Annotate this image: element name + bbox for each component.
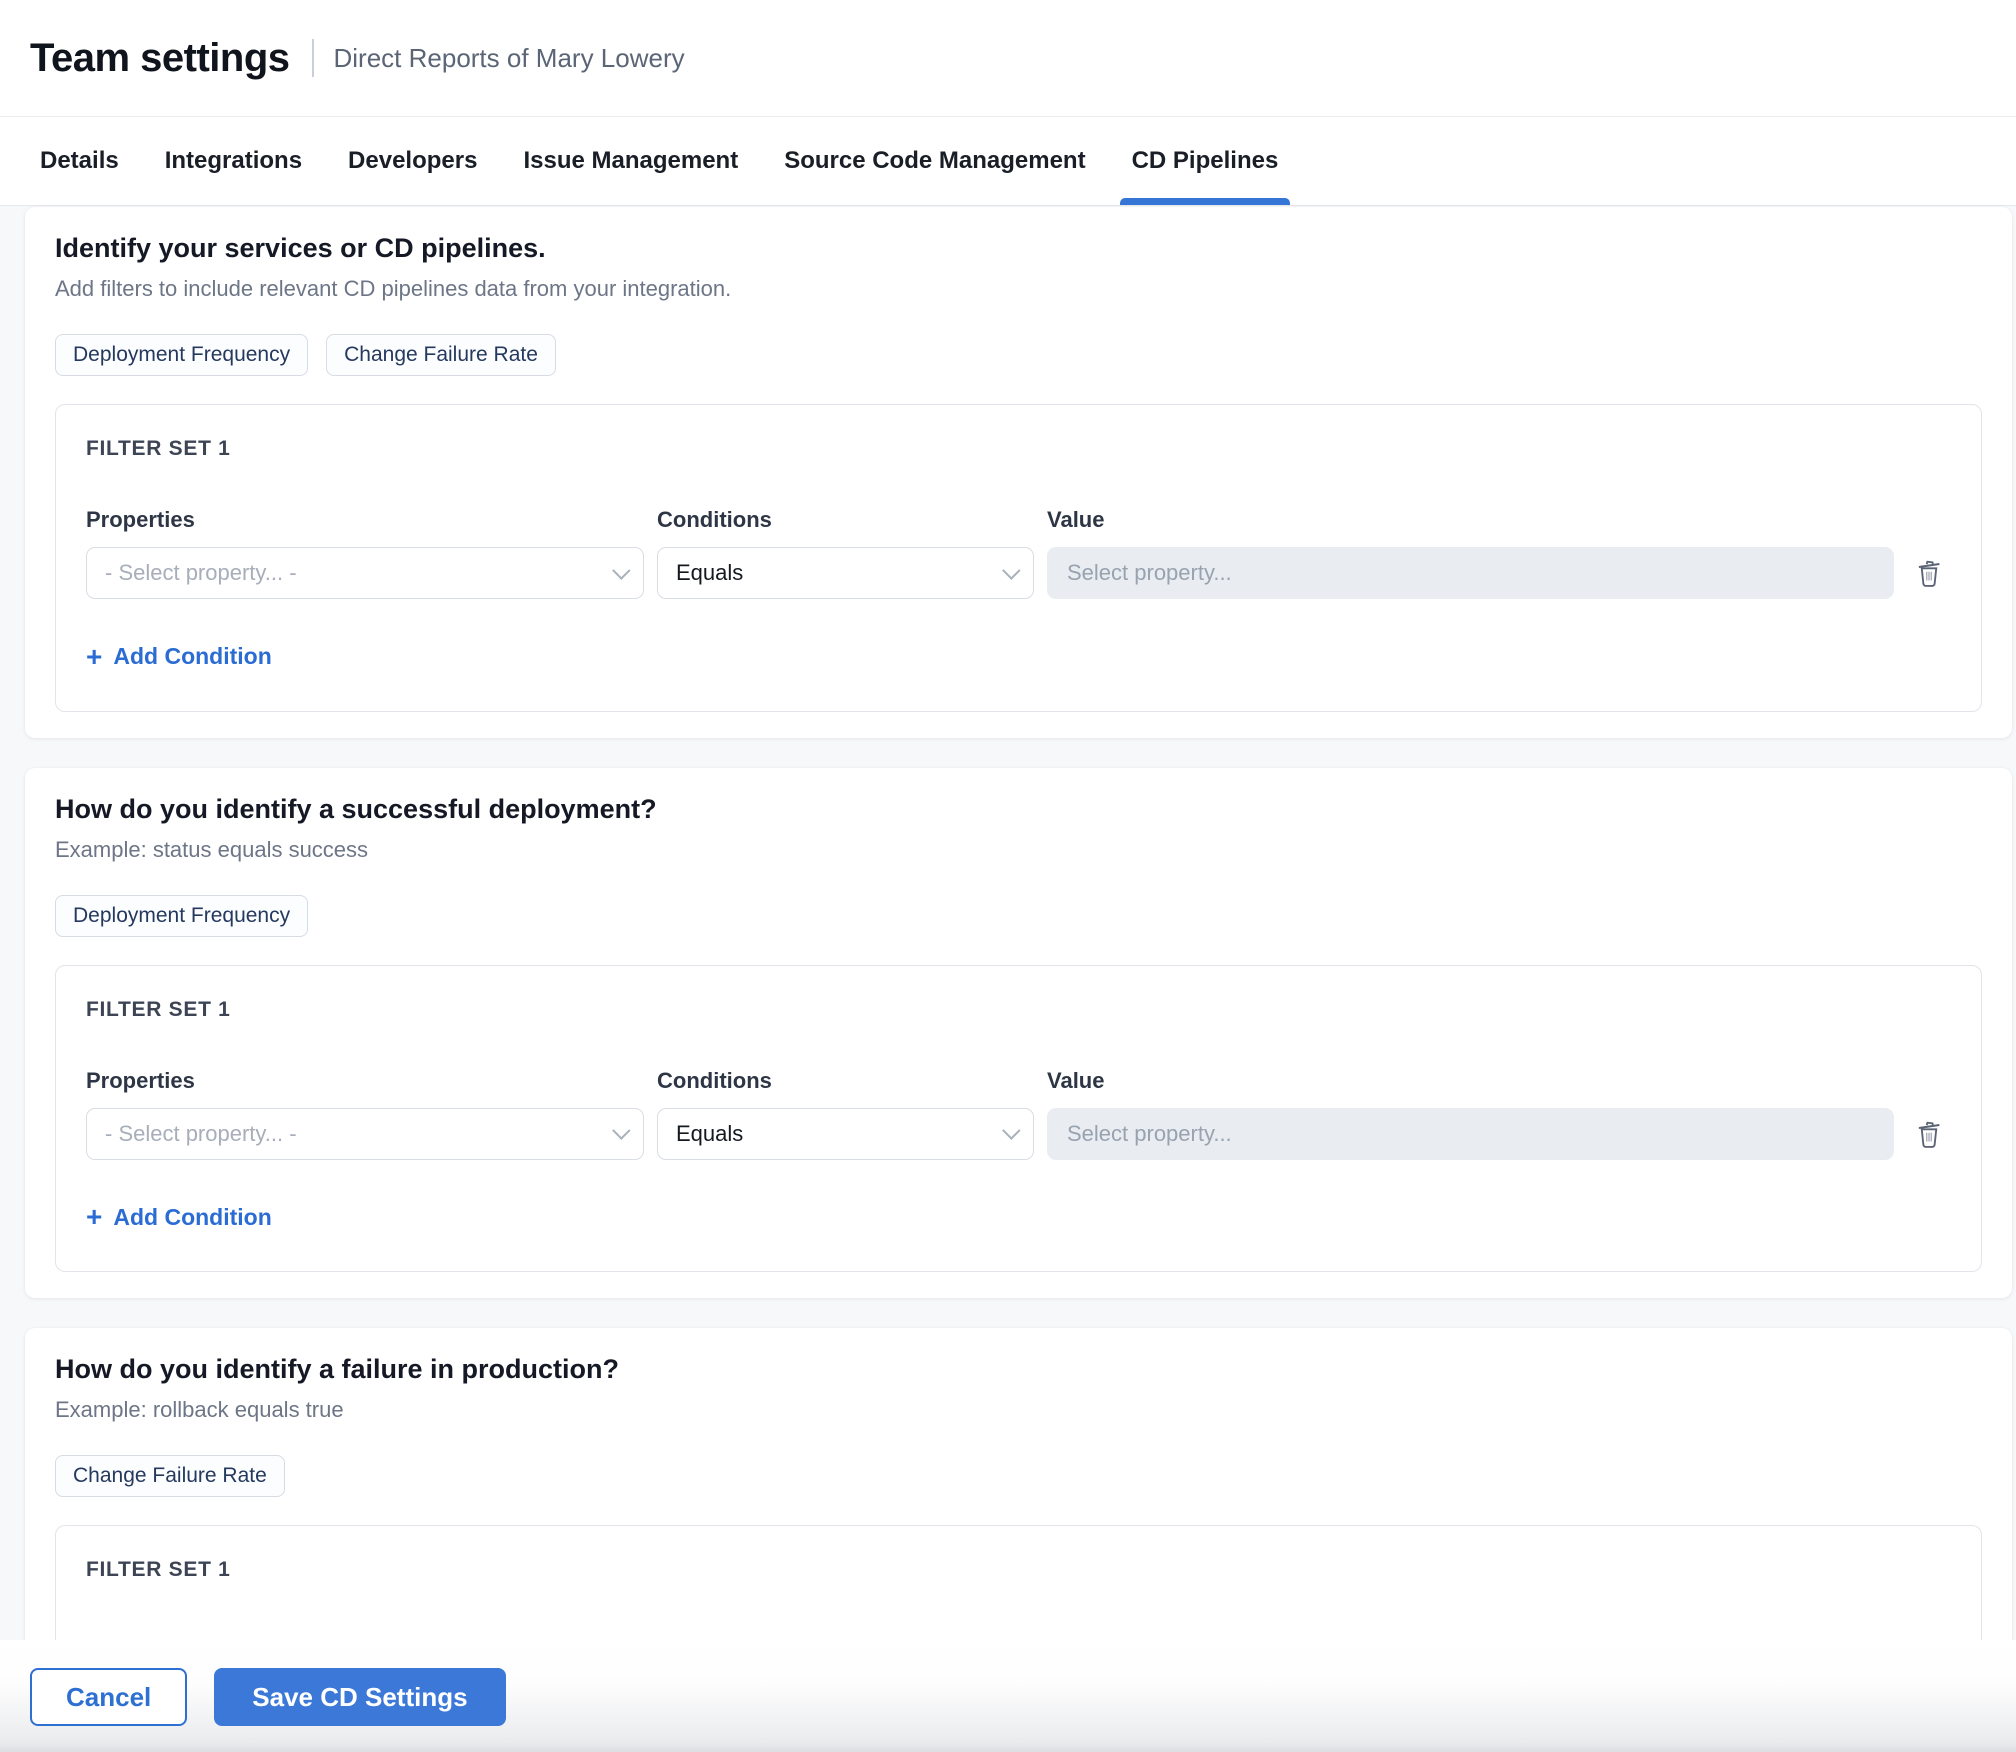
trash-icon bbox=[1914, 556, 1944, 590]
filter-condition-row: - Select property... - Equals bbox=[86, 1108, 1951, 1160]
property-select[interactable]: - Select property... - bbox=[86, 1108, 644, 1160]
property-select-placeholder: - Select property... - bbox=[105, 1121, 297, 1147]
chip-change-failure-rate[interactable]: Change Failure Rate bbox=[55, 1455, 285, 1497]
action-footer: Cancel Save CD Settings bbox=[0, 1640, 2016, 1752]
properties-label: Properties bbox=[86, 507, 644, 533]
properties-label: Properties bbox=[86, 1068, 644, 1094]
page-header: Team settings Direct Reports of Mary Low… bbox=[0, 0, 2016, 117]
value-input[interactable] bbox=[1047, 547, 1894, 599]
filter-set-title: FILTER SET 1 bbox=[86, 437, 1951, 461]
add-condition-label: Add Condition bbox=[113, 1204, 271, 1231]
condition-select-value: Equals bbox=[676, 560, 743, 586]
metric-chip-row: Deployment Frequency bbox=[55, 895, 1982, 937]
chevron-down-icon bbox=[1002, 561, 1020, 579]
condition-select[interactable]: Equals bbox=[657, 547, 1034, 599]
filter-set-card: FILTER SET 1 Properties Conditions Value… bbox=[55, 965, 1982, 1273]
filter-column-labels: Properties Conditions Value bbox=[86, 507, 1951, 533]
add-condition-button[interactable]: + Add Condition bbox=[86, 1204, 272, 1231]
page-subtitle: Direct Reports of Mary Lowery bbox=[334, 43, 685, 74]
conditions-label: Conditions bbox=[657, 1068, 1034, 1094]
add-condition-label: Add Condition bbox=[113, 643, 271, 670]
tab-source-code-management[interactable]: Source Code Management bbox=[784, 117, 1085, 205]
section-heading: How do you identify a successful deploym… bbox=[55, 794, 1982, 825]
property-select-placeholder: - Select property... - bbox=[105, 560, 297, 586]
title-divider bbox=[312, 39, 314, 77]
condition-select[interactable]: Equals bbox=[657, 1108, 1034, 1160]
property-select[interactable]: - Select property... - bbox=[86, 547, 644, 599]
section-description: Example: rollback equals true bbox=[55, 1397, 1982, 1423]
value-label: Value bbox=[1047, 1068, 1894, 1094]
tab-developers[interactable]: Developers bbox=[348, 117, 477, 205]
tab-details[interactable]: Details bbox=[40, 117, 119, 205]
chip-change-failure-rate[interactable]: Change Failure Rate bbox=[326, 334, 556, 376]
section-successful-deployment: How do you identify a successful deploym… bbox=[25, 768, 2012, 1299]
value-label: Value bbox=[1047, 507, 1894, 533]
filter-set-title: FILTER SET 1 bbox=[86, 1558, 1951, 1582]
value-input[interactable] bbox=[1047, 1108, 1894, 1160]
settings-tab-bar: Details Integrations Developers Issue Ma… bbox=[0, 117, 2016, 206]
section-identify-services: Identify your services or CD pipelines. … bbox=[25, 207, 2012, 738]
chip-deployment-frequency[interactable]: Deployment Frequency bbox=[55, 895, 308, 937]
page-title: Team settings bbox=[30, 36, 290, 81]
metric-chip-row: Change Failure Rate bbox=[55, 1455, 1982, 1497]
delete-condition-button[interactable] bbox=[1907, 552, 1951, 594]
chip-deployment-frequency[interactable]: Deployment Frequency bbox=[55, 334, 308, 376]
tab-cd-pipelines[interactable]: CD Pipelines bbox=[1132, 117, 1279, 205]
plus-icon: + bbox=[86, 647, 102, 667]
section-description: Add filters to include relevant CD pipel… bbox=[55, 276, 1982, 302]
tab-integrations[interactable]: Integrations bbox=[165, 117, 302, 205]
chevron-down-icon bbox=[612, 561, 630, 579]
chevron-down-icon bbox=[1002, 1121, 1020, 1139]
tab-issue-management[interactable]: Issue Management bbox=[523, 117, 738, 205]
add-condition-button[interactable]: + Add Condition bbox=[86, 643, 272, 670]
delete-condition-button[interactable] bbox=[1907, 1113, 1951, 1155]
section-heading: How do you identify a failure in product… bbox=[55, 1354, 1982, 1385]
chevron-down-icon bbox=[612, 1121, 630, 1139]
cancel-button[interactable]: Cancel bbox=[30, 1668, 187, 1726]
trash-icon bbox=[1914, 1117, 1944, 1151]
save-cd-settings-button[interactable]: Save CD Settings bbox=[214, 1668, 505, 1726]
section-heading: Identify your services or CD pipelines. bbox=[55, 233, 1982, 264]
metric-chip-row: Deployment Frequency Change Failure Rate bbox=[55, 334, 1982, 376]
filter-set-title: FILTER SET 1 bbox=[86, 998, 1951, 1022]
plus-icon: + bbox=[86, 1207, 102, 1227]
filter-column-labels: Properties Conditions Value bbox=[86, 1068, 1951, 1094]
conditions-label: Conditions bbox=[657, 507, 1034, 533]
filter-condition-row: - Select property... - Equals bbox=[86, 547, 1951, 599]
condition-select-value: Equals bbox=[676, 1121, 743, 1147]
section-description: Example: status equals success bbox=[55, 837, 1982, 863]
filter-set-card: FILTER SET 1 Properties Conditions Value… bbox=[55, 404, 1982, 712]
cd-pipelines-panel: Identify your services or CD pipelines. … bbox=[0, 206, 2016, 1721]
